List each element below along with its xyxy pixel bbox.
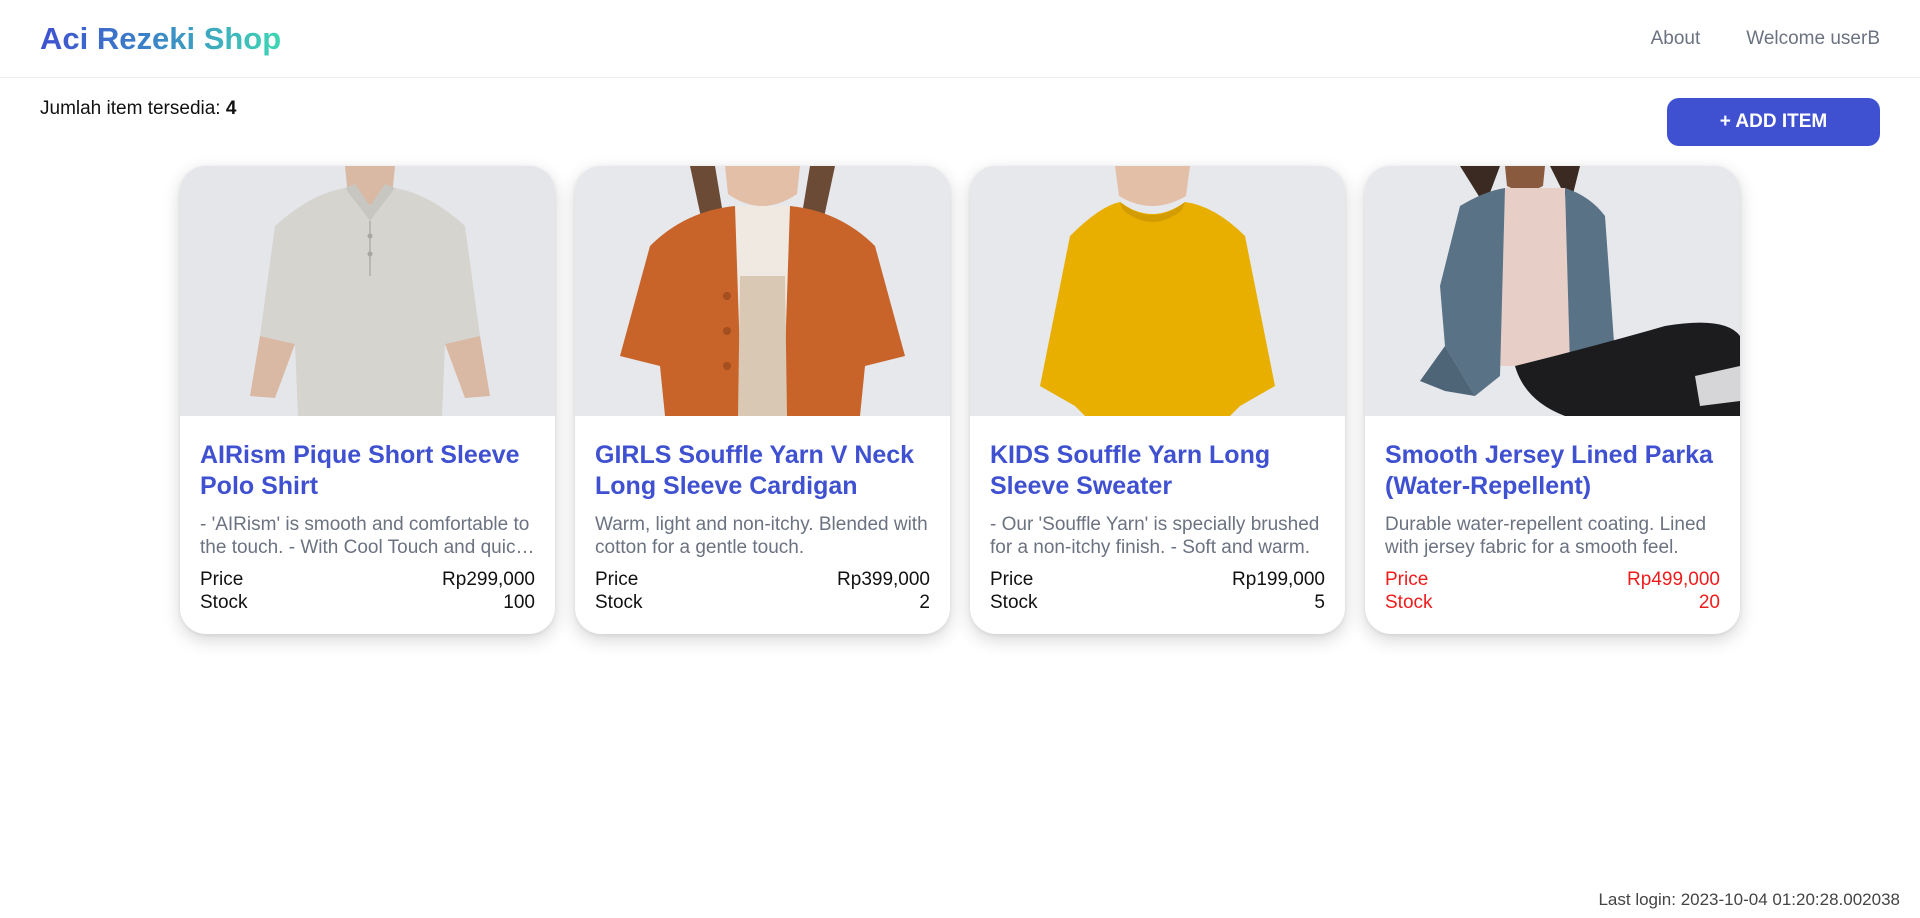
stock-value: 100 [503, 592, 535, 613]
nav-links: About Welcome userB [1651, 28, 1880, 50]
card-body: GIRLS Souffle Yarn V Neck Long Sleeve Ca… [575, 416, 950, 614]
product-title[interactable]: AIRism Pique Short Sleeve Polo Shirt [200, 440, 535, 504]
price-value: Rp199,000 [1232, 569, 1325, 590]
stock-label: Stock [1385, 592, 1433, 613]
price-value: Rp499,000 [1627, 569, 1720, 590]
product-card[interactable]: AIRism Pique Short Sleeve Polo Shirt - '… [180, 166, 555, 634]
stock-label: Stock [990, 592, 1038, 613]
item-count-value: 4 [225, 98, 237, 119]
price-row: Price Rp499,000 [1385, 568, 1720, 591]
card-body: AIRism Pique Short Sleeve Polo Shirt - '… [180, 416, 555, 614]
price-row: Price Rp199,000 [990, 568, 1325, 591]
product-title[interactable]: GIRLS Souffle Yarn V Neck Long Sleeve Ca… [595, 440, 930, 504]
nav-link-about[interactable]: About [1651, 28, 1701, 50]
stock-row: Stock 2 [595, 591, 930, 614]
product-description: - Our 'Souffle Yarn' is specially brushe… [990, 514, 1320, 558]
product-title[interactable]: KIDS Souffle Yarn Long Sleeve Sweater [990, 440, 1325, 504]
stock-label: Stock [595, 592, 643, 613]
price-row: Price Rp399,000 [595, 568, 930, 591]
stock-value: 5 [1314, 592, 1325, 613]
sweater-photo [970, 166, 1345, 416]
item-count-text: Jumlah item tersedia: 4 [40, 98, 236, 120]
price-row: Price Rp299,000 [200, 568, 535, 591]
cardigan-photo [575, 166, 950, 416]
polo-shirt-photo [180, 166, 555, 416]
price-value: Rp399,000 [837, 569, 930, 590]
last-login-text: Last login: 2023-10-04 01:20:28.002038 [1598, 890, 1900, 909]
product-card[interactable]: Smooth Jersey Lined Parka (Water-Repelle… [1365, 166, 1740, 634]
price-label: Price [200, 569, 244, 590]
navbar: Aci Rezeki Shop About Welcome userB [0, 0, 1920, 78]
stock-value: 2 [919, 592, 930, 613]
price-label: Price [1385, 569, 1429, 590]
product-description: Warm, light and non-itchy. Blended with … [595, 514, 928, 558]
product-card[interactable]: GIRLS Souffle Yarn V Neck Long Sleeve Ca… [575, 166, 950, 634]
product-card[interactable]: KIDS Souffle Yarn Long Sleeve Sweater - … [970, 166, 1345, 634]
stock-value: 20 [1698, 592, 1720, 613]
stock-row: Stock 100 [200, 591, 535, 614]
price-value: Rp299,000 [442, 569, 535, 590]
price-label: Price [990, 569, 1034, 590]
item-count-label: Jumlah item tersedia: [40, 98, 226, 119]
product-description: Durable water-repellent coating. Lined w… [1385, 514, 1707, 558]
parka-photo [1365, 166, 1740, 416]
price-label: Price [595, 569, 639, 590]
nav-link-user[interactable]: Welcome userB [1746, 28, 1880, 50]
toolbar: Jumlah item tersedia: 4 + ADD ITEM [0, 78, 1920, 166]
card-body: Smooth Jersey Lined Parka (Water-Repelle… [1365, 416, 1740, 614]
card-body: KIDS Souffle Yarn Long Sleeve Sweater - … [970, 416, 1345, 614]
product-description: - 'AIRism' is smooth and comfortable to … [200, 514, 532, 558]
stock-label: Stock [200, 592, 248, 613]
brand-logo[interactable]: Aci Rezeki Shop [40, 21, 281, 57]
stock-row: Stock 5 [990, 591, 1325, 614]
product-title[interactable]: Smooth Jersey Lined Parka (Water-Repelle… [1385, 440, 1720, 504]
add-item-button[interactable]: + ADD ITEM [1667, 98, 1880, 146]
product-grid: AIRism Pique Short Sleeve Polo Shirt - '… [180, 166, 1740, 634]
stock-row: Stock 20 [1385, 591, 1720, 614]
